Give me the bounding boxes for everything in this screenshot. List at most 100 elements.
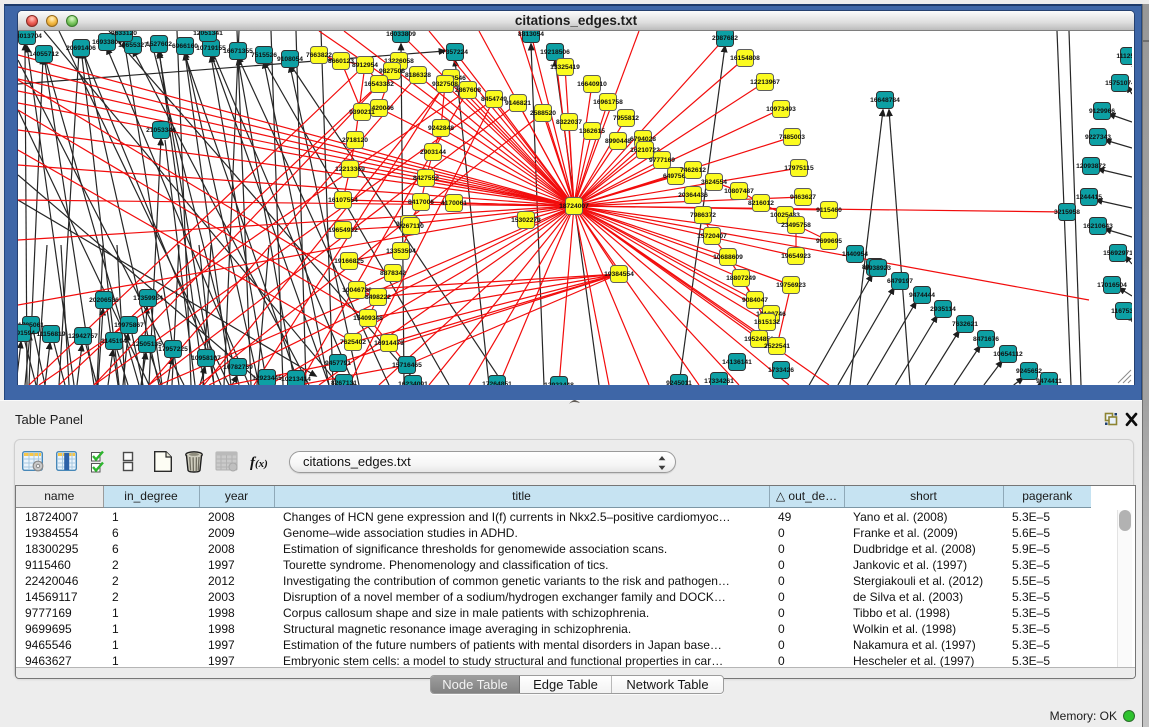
svg-text:1733426: 1733426: [768, 367, 794, 374]
svg-text:10655327: 10655327: [118, 42, 148, 49]
svg-text:14055712: 14055712: [29, 51, 59, 58]
svg-text:3267110: 3267110: [398, 223, 424, 230]
svg-text:7986372: 7986372: [690, 212, 716, 219]
svg-text:16640910: 16640910: [577, 81, 607, 88]
svg-text:19218506: 19218506: [540, 49, 570, 56]
svg-text:15302273: 15302273: [511, 217, 541, 224]
svg-text:15409348: 15409348: [353, 315, 383, 322]
svg-text:12051341: 12051341: [193, 31, 223, 37]
svg-text:19654923: 19654923: [781, 253, 811, 260]
svg-text:9084047: 9084047: [742, 297, 768, 304]
svg-text:12213967: 12213967: [750, 79, 780, 86]
svg-text:9146821: 9146821: [505, 100, 531, 107]
svg-text:16033809: 16033809: [386, 31, 416, 38]
svg-text:f(x): f(x): [250, 455, 268, 471]
svg-text:16154808: 16154808: [730, 55, 760, 62]
svg-text:8660123: 8660123: [328, 58, 354, 65]
svg-text:9245011: 9245011: [666, 380, 692, 385]
svg-text:7625402: 7625402: [340, 339, 366, 346]
svg-text:9227343: 9227343: [1085, 134, 1111, 141]
svg-text:17264851: 17264851: [482, 381, 512, 385]
svg-text:16914479: 16914479: [374, 340, 404, 347]
svg-text:20206536: 20206536: [89, 297, 119, 304]
svg-text:12213369: 12213369: [335, 166, 365, 173]
svg-text:12923445: 12923445: [252, 375, 282, 382]
svg-text:1167533: 1167533: [1111, 308, 1132, 315]
svg-text:13325419: 13325419: [550, 64, 580, 71]
svg-text:17359934: 17359934: [133, 295, 163, 302]
svg-text:18724007: 18724007: [559, 203, 589, 210]
svg-text:6479197: 6479197: [887, 278, 913, 285]
svg-text:13353594: 13353594: [386, 248, 416, 255]
svg-text:20691406: 20691406: [66, 45, 96, 52]
svg-text:9827508: 9827508: [379, 68, 405, 75]
svg-text:8813054: 8813054: [518, 31, 544, 38]
svg-text:11156819: 11156819: [36, 331, 65, 338]
svg-text:10719155: 10719155: [196, 45, 226, 52]
svg-text:15751074: 15751074: [1105, 80, 1132, 87]
svg-text:16210643: 16210643: [1083, 223, 1113, 230]
svg-text:9777169: 9777169: [649, 157, 675, 164]
svg-text:8186328: 8186328: [405, 72, 431, 79]
svg-text:18807249: 18807249: [726, 275, 756, 282]
svg-text:18013704: 18013704: [18, 33, 42, 40]
svg-text:19756923: 19756923: [776, 282, 806, 289]
svg-text:2935114: 2935114: [930, 306, 956, 313]
svg-text:9474444: 9474444: [909, 292, 935, 299]
svg-text:8878342: 8878342: [380, 270, 406, 277]
svg-text:9115460: 9115460: [816, 207, 842, 214]
svg-text:12093872: 12093872: [1076, 163, 1106, 170]
svg-text:1112503: 1112503: [1116, 53, 1132, 60]
svg-text:17016504: 17016504: [1097, 282, 1127, 289]
svg-text:6966160: 6966160: [172, 43, 198, 50]
svg-text:19166825: 19166825: [334, 258, 364, 265]
svg-text:10688609: 10688609: [713, 254, 743, 261]
svg-text:21053346: 21053346: [146, 127, 176, 134]
svg-text:9463627: 9463627: [790, 194, 816, 201]
svg-text:10046738: 10046738: [342, 287, 372, 294]
svg-text:2522541: 2522541: [764, 343, 790, 350]
svg-text:8938923: 8938923: [865, 265, 891, 272]
svg-text:7462612: 7462612: [680, 167, 706, 174]
svg-text:15720407: 15720407: [697, 233, 727, 240]
svg-text:16961758: 16961758: [593, 99, 623, 106]
svg-text:16671355: 16671355: [223, 48, 253, 55]
svg-text:16648784: 16648784: [870, 97, 900, 104]
svg-text:1615132: 1615132: [754, 319, 780, 326]
svg-text:19654932: 19654932: [328, 227, 358, 234]
svg-text:8322037: 8322037: [556, 119, 582, 126]
svg-text:20364436: 20364436: [678, 192, 708, 199]
svg-text:9129966: 9129966: [1089, 108, 1115, 115]
svg-text:8454749: 8454749: [481, 96, 507, 103]
svg-text:23495758: 23495758: [781, 222, 811, 229]
svg-text:9474411: 9474411: [1036, 378, 1062, 385]
svg-text:8990448: 8990448: [605, 138, 631, 145]
svg-text:8427552: 8427552: [413, 175, 439, 182]
svg-text:8267131: 8267131: [331, 380, 357, 385]
svg-text:2903144: 2903144: [420, 149, 446, 156]
svg-text:8216012: 8216012: [748, 200, 774, 207]
svg-text:12942757: 12942757: [68, 333, 98, 340]
svg-text:9242848: 9242848: [428, 125, 454, 132]
svg-text:1244415: 1244415: [1076, 194, 1102, 201]
svg-text:14136141: 14136141: [722, 359, 752, 366]
svg-text:2588520: 2588520: [530, 110, 556, 117]
svg-text:8417006: 8417006: [408, 199, 434, 206]
svg-text:2718120: 2718120: [342, 137, 368, 144]
svg-text:10213414: 10213414: [281, 376, 311, 383]
svg-text:1991594: 1991594: [18, 330, 35, 337]
svg-text:8471676: 8471676: [973, 336, 999, 343]
svg-text:10973493: 10973493: [766, 106, 796, 113]
svg-text:7515526: 7515526: [251, 52, 277, 59]
svg-text:4170061: 4170061: [441, 200, 467, 207]
svg-text:9699695: 9699695: [816, 238, 842, 245]
svg-text:1362615: 1362615: [579, 128, 605, 135]
svg-text:15716465: 15716465: [392, 362, 422, 369]
svg-text:7357224: 7357224: [442, 49, 468, 56]
svg-text:9390211: 9390211: [349, 109, 375, 116]
svg-text:1527602: 1527602: [146, 41, 172, 48]
svg-text:16107554: 16107554: [328, 197, 358, 204]
svg-text:2867608: 2867608: [455, 87, 481, 94]
svg-text:10782759: 10782759: [223, 364, 253, 371]
svg-text:2087682: 2087682: [712, 35, 738, 42]
